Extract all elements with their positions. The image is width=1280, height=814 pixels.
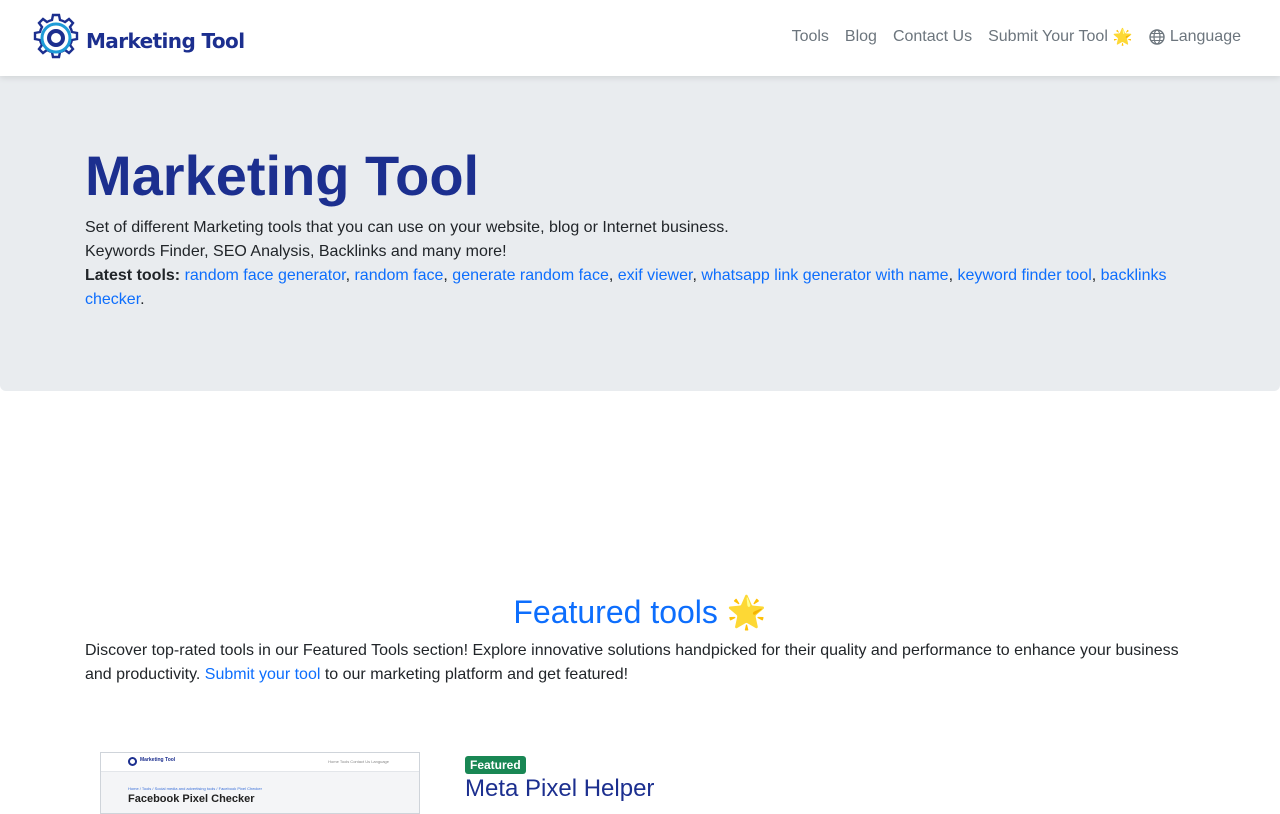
nav-tools[interactable]: Tools [792,28,829,46]
featured-title-text: Featured tools [513,594,718,630]
thumbnail-logo-icon [128,757,137,766]
latest-tool-link[interactable]: random face [354,267,443,284]
nav-tools-label: Tools [791,28,829,45]
hero-line-1: Set of different Marketing tools that yo… [85,219,729,236]
featured-badge: Featured [465,756,526,774]
nav-submit-your-tool[interactable]: Submit Your Tool 🌟 [988,27,1133,47]
latest-tools-line: Latest tools: random face generator, ran… [85,267,1167,308]
featured-tool-link[interactable]: Meta Pixel Helper [465,775,654,802]
main-nav: Tools Blog Contact Us Submit Your Tool 🌟… [792,27,1241,47]
nav-contact-label: Contact Us [892,28,973,45]
featured-tools-section: Featured tools 🌟 Discover top-rated tool… [85,588,1195,687]
gear-logo-icon [30,12,82,69]
featured-title: Featured tools 🌟 [85,588,1195,636]
brand-logo-link[interactable]: Marketing Tool [30,12,245,69]
latest-tool-link[interactable]: exif viewer [618,267,693,284]
featured-intro: Discover top-rated tools in our Featured… [85,639,1195,687]
thumbnail-title: Facebook Pixel Checker [128,793,255,805]
nav-contact-us[interactable]: Contact Us [893,28,972,46]
thumbnail-breadcrumb: Home / Tools / Social media and advertis… [128,786,262,791]
hero-section: Marketing Tool Set of different Marketin… [0,76,1280,391]
featured-intro-text-end: to our marketing platform and get featur… [324,666,629,683]
nav-language[interactable]: Language [1149,28,1241,46]
tool-screenshot: Marketing Tool Home Tools Contact Us Lan… [100,752,420,814]
star-icon: 🌟 [1112,29,1133,46]
top-navbar: Marketing Tool Tools Blog Contact Us Sub… [0,0,1280,76]
globe-icon [1149,29,1165,45]
latest-tool-link[interactable]: whatsapp link generator with name [701,267,948,284]
nav-submit-label: Submit Your Tool [988,28,1108,45]
hero-line-2: Keywords Finder, SEO Analysis, Backlinks… [85,243,507,260]
featured-tool-thumbnail[interactable]: Marketing Tool Home Tools Contact Us Lan… [100,752,420,814]
star-icon: 🌟 [726,594,767,630]
thumbnail-brand: Marketing Tool [140,757,176,763]
hero-description: Set of different Marketing tools that yo… [85,216,1185,312]
page-title: Marketing Tool [85,144,480,207]
nav-blog[interactable]: Blog [845,28,877,46]
latest-tool-link[interactable]: random face generator [185,267,346,284]
latest-tools-label: Latest tools: [85,267,181,284]
nav-blog-label: Blog [844,28,877,45]
nav-language-label: Language [1169,28,1241,45]
brand-name: Marketing Tool [86,28,245,53]
thumbnail-navbar: Marketing Tool Home Tools Contact Us Lan… [101,753,419,772]
latest-tool-link[interactable]: keyword finder tool [957,267,1091,284]
thumbnail-nav-links: Home Tools Contact Us Language [328,759,389,764]
submit-your-tool-link[interactable]: Submit your tool [205,666,321,683]
latest-tool-link[interactable]: generate random face [452,267,609,284]
